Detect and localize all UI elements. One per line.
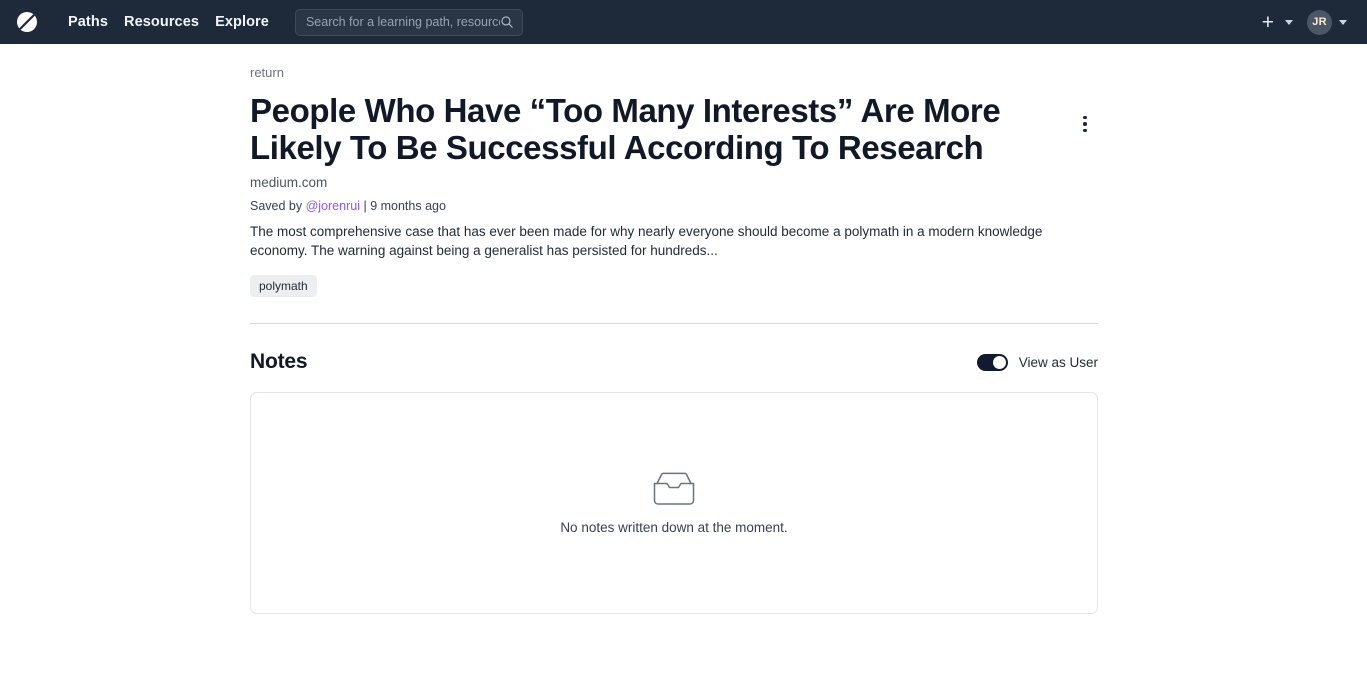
article-header: People Who Have “Too Many Interests” Are… — [250, 92, 1098, 167]
article-source: medium.com — [250, 174, 328, 190]
avatar[interactable]: JR — [1307, 9, 1332, 35]
view-as-user-toggle[interactable] — [976, 353, 1008, 371]
article-description: The most comprehensive case that has eve… — [250, 223, 1043, 259]
account-menu-chevron-down-icon[interactable] — [1339, 19, 1347, 25]
toggle-knob — [992, 355, 1006, 369]
notes-heading: Notes — [250, 350, 308, 374]
kebab-dot — [1083, 115, 1087, 120]
add-menu-chevron-down-icon[interactable] — [1285, 19, 1293, 25]
saved-by-separator: | — [359, 198, 371, 213]
kebab-dot — [1083, 122, 1087, 126]
kebab-menu-icon[interactable] — [1072, 111, 1098, 137]
page-title: People Who Have “Too Many Interests” Are… — [250, 92, 1001, 166]
tag-list: polymath — [250, 275, 1098, 298]
notes-empty-panel: No notes written down at the moment. — [250, 392, 1098, 615]
section-divider — [250, 323, 1098, 325]
content-column: return People Who Have “Too Many Interes… — [250, 64, 1098, 615]
app-logo[interactable] — [14, 9, 40, 35]
nav-link-explore[interactable]: Explore — [207, 10, 277, 34]
add-button[interactable]: + — [1258, 10, 1278, 35]
return-link[interactable]: return — [250, 65, 284, 80]
nav-link-resources[interactable]: Resources — [116, 10, 207, 34]
view-as-user-label: View as User — [1018, 354, 1098, 370]
nav-link-paths[interactable]: Paths — [60, 10, 116, 34]
notes-empty-message: No notes written down at the moment. — [560, 519, 788, 535]
navbar-left-group: Paths Resources Explore — [14, 8, 523, 36]
view-as-user-control: View as User — [976, 353, 1098, 371]
tag-polymath[interactable]: polymath — [250, 275, 317, 298]
saved-timestamp: 9 months ago — [370, 198, 446, 213]
navbar-right-group: + JR — [1258, 9, 1353, 35]
page-body: return People Who Have “Too Many Interes… — [0, 44, 1367, 615]
inbox-icon — [653, 472, 695, 505]
search-icon — [501, 16, 513, 28]
search-box[interactable] — [294, 8, 523, 36]
saved-by-prefix: Saved by — [250, 198, 306, 213]
saved-by-line: Saved by @jorenrui | 9 months ago — [250, 199, 1098, 213]
search-input[interactable] — [305, 15, 500, 29]
top-navigation-bar: Paths Resources Explore + JR — [0, 0, 1367, 44]
kebab-dot — [1083, 128, 1087, 133]
slash-circle-logo-icon — [17, 12, 37, 32]
notes-section-header: Notes View as User — [250, 350, 1098, 374]
saved-by-user-link[interactable]: @jorenrui — [306, 199, 360, 213]
